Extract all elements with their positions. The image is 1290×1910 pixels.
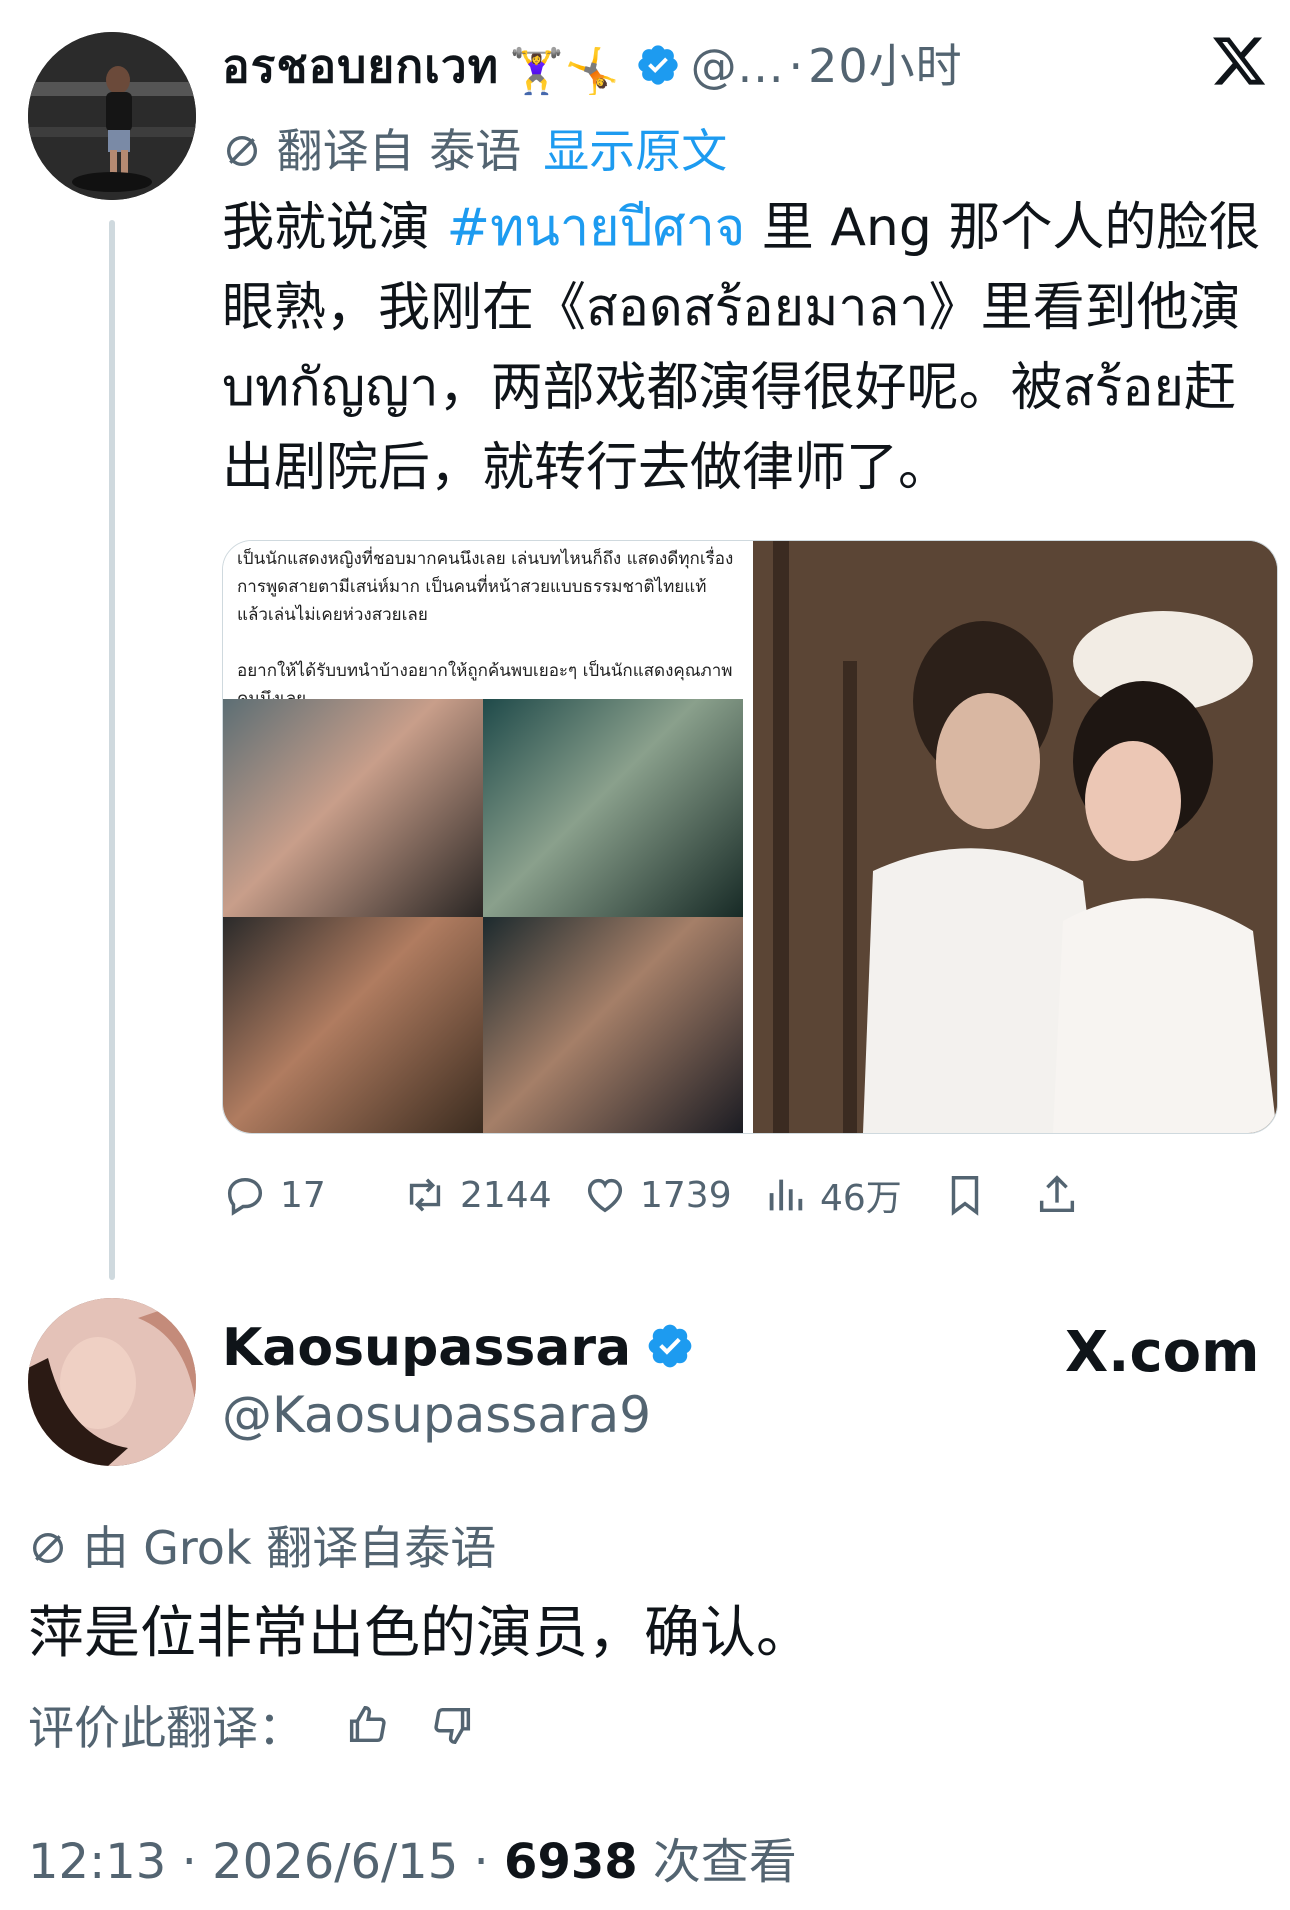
drama-still (753, 541, 1277, 1133)
verified-icon (648, 1324, 692, 1368)
xcom-text: X.com (1065, 1320, 1260, 1385)
reply-text: 萍是位非常出色的演员，确认。 (28, 1601, 812, 1666)
author-emoji: 🏋️‍♀️🤸 (509, 46, 621, 97)
reply-date[interactable]: 2026/6/15 (212, 1834, 458, 1890)
like-button[interactable]: 1739 (582, 1165, 732, 1225)
thumbs-down-icon[interactable] (430, 1702, 476, 1748)
repost-button[interactable]: 2144 (402, 1165, 552, 1225)
translated-by-label: 由 Grok 翻译自泰语 (82, 1521, 497, 1575)
bookmark-icon (951, 1176, 979, 1216)
thread-line (109, 220, 115, 1280)
thumbs-up-icon[interactable] (344, 1702, 390, 1748)
actress-photo-4 (483, 917, 743, 1133)
tweet-time[interactable]: 20小时 (808, 39, 963, 93)
like-icon (587, 1178, 623, 1213)
reply-count: 17 (280, 1174, 326, 1216)
tweet-actions: 17 2144 1739 46万 (222, 1165, 1282, 1225)
like-count: 1739 (640, 1174, 732, 1216)
xcom-watermark: X.com (1065, 1320, 1259, 1385)
reply-author-handle[interactable]: @Kaosupassara9 (222, 1386, 651, 1444)
media-image-right[interactable] (753, 541, 1277, 1133)
reply-translation-row: 由 Grok 翻译自泰语 (28, 1512, 496, 1578)
actress-photo-3 (223, 917, 483, 1133)
hashtag-link[interactable]: #ทนายปีศาจ (447, 198, 746, 258)
tweet-text: 我就说演 #ทนายปีศาจ 里 Ang 那个人的脸很眼熟，我刚在《สอดสร… (222, 188, 1272, 508)
rate-translation-row: 评价此翻译： (28, 1692, 476, 1758)
repost-count: 2144 (460, 1174, 552, 1216)
tweet-header: อรชอบยกเวท 🏋️‍♀️🤸 @...·20小时 (222, 30, 963, 103)
author-avatar[interactable] (28, 32, 196, 200)
reply-author-name[interactable]: Kaosupassara (222, 1318, 631, 1378)
media-caption: เป็นนักแสดงหญิงที่ชอบมากคนนึงเลย เล่นบทไ… (237, 549, 734, 709)
time-separator: · (788, 39, 805, 93)
translate-icon (33, 1533, 63, 1563)
views-button[interactable]: 46万 (762, 1165, 902, 1225)
meta-separator: · (181, 1834, 197, 1890)
verified-icon (637, 45, 678, 85)
reply-author-row: Kaosupassara (222, 1318, 695, 1378)
tweet-text-part1: 我就说演 (222, 198, 447, 258)
rate-translation-label: 评价此翻译： (28, 1701, 304, 1755)
reply-icon (227, 1177, 263, 1216)
bookmark-button[interactable] (942, 1165, 1000, 1225)
tweet-media[interactable]: เป็นนักแสดงหญิงที่ชอบมากคนนึงเลย เล่นบทไ… (222, 540, 1278, 1134)
reply-meta-row: 12:13 · 2026/6/15 · 6938 次查看 (28, 1822, 797, 1892)
reply-time[interactable]: 12:13 (28, 1834, 166, 1890)
share-icon (1039, 1175, 1075, 1213)
reply-views-count: 6938 (504, 1834, 638, 1890)
share-button[interactable] (1034, 1165, 1092, 1225)
gym-photo (28, 32, 196, 200)
views-icon (769, 1179, 803, 1211)
author-handle[interactable]: @... (691, 39, 785, 93)
translate-icon (227, 136, 257, 166)
actress-photo-1 (223, 699, 483, 917)
translated-from-label: 翻译自 泰语 (276, 124, 522, 178)
reply-button[interactable]: 17 (222, 1165, 326, 1225)
media-image-left[interactable]: เป็นนักแสดงหญิงที่ชอบมากคนนึงเลย เล่นบทไ… (223, 541, 743, 1133)
reply-views-label: 次查看 (652, 1834, 797, 1890)
actress-photo-2 (483, 699, 743, 917)
author-name[interactable]: อรชอบยกเวท (222, 39, 499, 93)
reply-author-avatar[interactable] (28, 1298, 196, 1466)
portrait-photo (28, 1298, 196, 1466)
show-original-link[interactable]: 显示原文 (543, 124, 727, 178)
meta-separator: · (473, 1834, 489, 1890)
x-logo-icon[interactable] (1210, 32, 1268, 90)
repost-icon (409, 1178, 441, 1212)
translation-row: 翻译自 泰语 显示原文 (222, 115, 727, 181)
views-count: 46万 (820, 1178, 902, 1219)
